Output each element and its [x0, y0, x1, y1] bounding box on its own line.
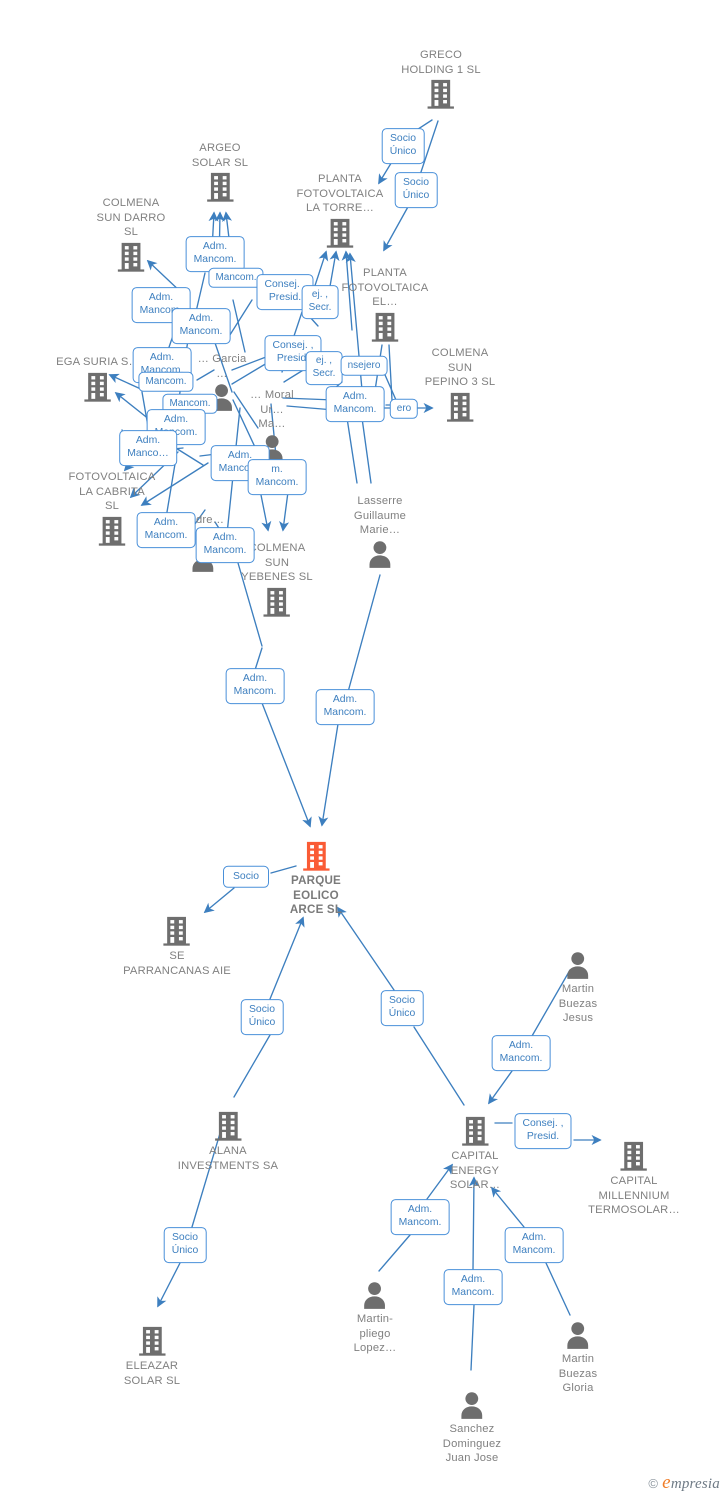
person-node-mb_gloria[interactable]: Martin Buezas Gloria [559, 1320, 598, 1396]
node-caption: PLANTA FOTOVOLTAICA LA TORRE… [296, 173, 384, 215]
brand-initial: e [662, 1472, 671, 1493]
relation-label-r21[interactable]: Adm. Mancom. [136, 512, 196, 548]
watermark: © empresia [648, 1472, 720, 1494]
company-icon [56, 371, 140, 403]
person-icon [559, 950, 598, 980]
node-caption: ARGEO SOLAR SL [191, 142, 249, 169]
node-caption: EGA SURIA S… [56, 356, 140, 368]
relation-label-r26[interactable]: Socio Único [240, 999, 284, 1035]
relation-label-r23[interactable]: Adm. Mancom. [225, 668, 285, 704]
person-node-mp_lopez[interactable]: Martin- pliego Lopez… [354, 1280, 397, 1356]
brand-rest: mpresia [670, 1476, 720, 1492]
node-caption: PARQUE EOLICO ARCE SL [289, 874, 343, 917]
relation-label-r12[interactable]: Mancom. [138, 371, 194, 393]
relation-label-r10[interactable]: ej. , Secr. [305, 351, 343, 385]
company-node-se_parr[interactable]: SE PARRANCANAS AIE [123, 915, 231, 978]
company-node-planta_el[interactable]: PLANTA FOTOVOLTAICA EL… [342, 266, 429, 343]
node-caption: CAPITAL MILLENNIUM TERMOSOLAR… [588, 1175, 680, 1217]
company-icon [450, 1115, 500, 1147]
company-icon [124, 1325, 180, 1357]
person-node-sd_juanjose[interactable]: Sanchez Dominguez Juan Jose [443, 1390, 501, 1466]
company-icon [97, 241, 166, 273]
relation-label-r01[interactable]: Socio Único [381, 128, 425, 164]
relationship-graph-canvas[interactable]: GRECO HOLDING 1 SL ARGEO SOLAR SL COLMENA … [0, 0, 728, 1500]
relation-label-r33[interactable]: Adm. Mancom. [443, 1269, 503, 1305]
company-node-greco[interactable]: GRECO HOLDING 1 SL [401, 48, 481, 110]
node-caption: ALANA INVESTMENTS SA [177, 1145, 279, 1172]
node-caption: COLMENA SUN PEPINO 3 SL [424, 347, 496, 389]
brand-name: empresia [662, 1472, 720, 1494]
relation-label-r20[interactable]: m. Mancom. [247, 459, 307, 495]
company-icon [192, 171, 248, 203]
relation-label-r02[interactable]: Socio Único [394, 172, 438, 208]
relation-label-r06[interactable]: ej. , Secr. [301, 285, 339, 319]
relation-label-r27[interactable]: Socio Único [380, 990, 424, 1026]
node-caption: Lasserre Guillaume Marie… [353, 495, 407, 537]
node-caption: ELEAZAR SOLAR SL [123, 1360, 181, 1387]
node-caption: Sanchez Dominguez Juan Jose [442, 1423, 502, 1465]
node-caption: FOTOVOLTAICA LA CABRITA SL [68, 471, 156, 513]
node-caption: Martin Buezas Jesus [558, 983, 598, 1025]
relation-label-r22[interactable]: Adm. Mancom. [195, 527, 255, 563]
company-node-cap_mill[interactable]: CAPITAL MILLENNIUM TERMOSOLAR… [588, 1140, 680, 1218]
company-node-colmena_darro[interactable]: COLMENA SUN DARRO SL [97, 196, 166, 273]
company-icon [123, 915, 231, 947]
company-node-argeo[interactable]: ARGEO SOLAR SL [192, 141, 248, 203]
node-caption: Martin- pliego Lopez… [353, 1313, 397, 1355]
relation-label-r28[interactable]: Adm. Mancom. [491, 1035, 551, 1071]
company-node-planta_torre[interactable]: PLANTA FOTOVOLTAICA LA TORRE… [297, 172, 384, 249]
company-icon [178, 1110, 278, 1142]
relation-label-r08[interactable]: Adm. Mancom. [171, 308, 231, 344]
node-caption: PLANTA FOTOVOLTAICA EL… [341, 267, 429, 309]
node-caption: … Garcia … [197, 353, 247, 380]
person-icon [559, 1320, 598, 1350]
copyright-symbol: © [648, 1475, 659, 1491]
person-icon [354, 539, 406, 569]
relation-label-r03[interactable]: Adm. Mancom. [185, 236, 245, 272]
node-caption: … Moral Ur… Ma… [250, 389, 294, 431]
company-node-colmena_pep[interactable]: COLMENA SUN PEPINO 3 SL [425, 346, 496, 423]
company-node-parque[interactable]: PARQUE EOLICO ARCE SL [290, 840, 342, 918]
company-node-cap_energy[interactable]: CAPITAL ENERGY SOLAR… [450, 1115, 500, 1193]
node-caption: COLMENA SUN DARRO SL [96, 197, 166, 239]
relation-label-r29[interactable]: Consej. , Presid. [514, 1113, 572, 1149]
node-caption: CAPITAL ENERGY SOLAR… [449, 1150, 501, 1192]
node-caption: GRECO HOLDING 1 SL [401, 49, 481, 76]
node-caption: Martin Buezas Gloria [558, 1353, 598, 1395]
node-caption: SE PARRANCANAS AIE [123, 950, 231, 977]
relation-label-r31[interactable]: Adm. Mancom. [390, 1199, 450, 1235]
person-node-p_lasserre[interactable]: Lasserre Guillaume Marie… [354, 494, 406, 569]
relation-label-r16[interactable]: ero [389, 398, 419, 420]
company-icon [588, 1140, 680, 1172]
company-icon [241, 586, 313, 618]
relation-label-r25[interactable]: Socio [223, 865, 269, 889]
relation-label-r32[interactable]: Adm. Mancom. [504, 1227, 564, 1263]
relation-label-r24[interactable]: Adm. Mancom. [315, 689, 375, 725]
focus-company-icon [290, 840, 342, 872]
company-icon [342, 311, 429, 343]
person-icon [443, 1390, 501, 1420]
company-icon [401, 78, 481, 110]
relation-label-r15[interactable]: Adm. Mancom. [325, 386, 385, 422]
person-icon [354, 1280, 397, 1310]
company-icon [425, 391, 496, 423]
relation-label-r13[interactable]: nsejero [340, 355, 388, 377]
company-node-alana[interactable]: ALANA INVESTMENTS SA [178, 1110, 278, 1173]
company-icon [297, 217, 384, 249]
person-node-mb_jesus[interactable]: Martin Buezas Jesus [559, 950, 598, 1026]
relation-label-r30[interactable]: Socio Único [163, 1227, 207, 1263]
relation-label-r18[interactable]: Adm. Manco… [119, 430, 177, 466]
relation-label-r04[interactable]: Mancom. [208, 267, 264, 289]
company-node-eleazar[interactable]: ELEAZAR SOLAR SL [124, 1325, 180, 1388]
company-node-ega_suria[interactable]: EGA SURIA S… [56, 355, 140, 403]
